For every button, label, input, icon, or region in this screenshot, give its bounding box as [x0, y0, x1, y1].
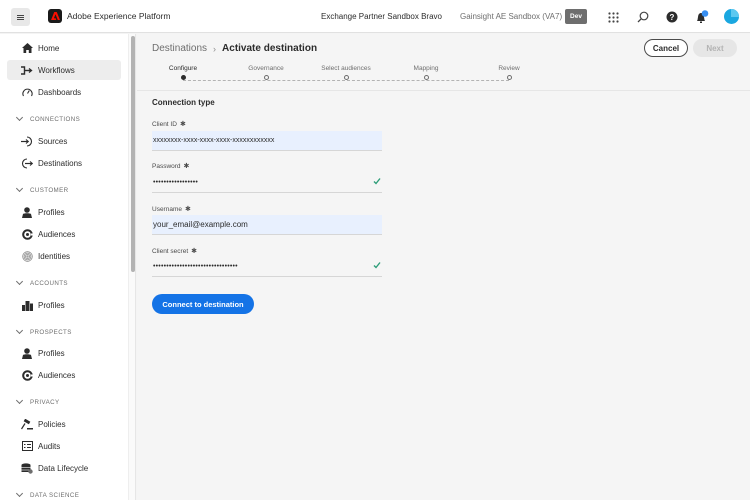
database-icon — [21, 462, 33, 474]
step-select-audiences: Select audiences — [306, 65, 386, 80]
sources-icon — [21, 135, 33, 147]
chevron-down-icon — [15, 184, 24, 193]
required-icon: ✱ — [184, 206, 191, 213]
step-governance: Governance — [226, 65, 306, 80]
sidebar-item-dashboards[interactable]: Dashboards — [7, 82, 121, 102]
sidebar-item-destinations[interactable]: Destinations — [7, 153, 121, 173]
chevron-down-icon — [15, 113, 24, 122]
valid-checkmark-icon — [373, 178, 381, 185]
wizard-stepper: Configure Governance Select audiences Ma… — [137, 65, 750, 87]
destinations-icon — [21, 157, 33, 169]
sidebar-section-accounts[interactable]: ACCOUNTS — [15, 277, 68, 289]
dashboard-icon — [21, 86, 33, 98]
password-field[interactable]: ••••••••••••••••• — [152, 173, 382, 193]
required-icon: ✱ — [183, 163, 190, 170]
notification-bell-icon[interactable] — [695, 10, 709, 24]
chevron-down-icon — [15, 277, 24, 286]
password-label: Password ✱ — [152, 163, 190, 170]
client-secret-field[interactable]: •••••••••••••••••••••••••••••••• — [152, 257, 382, 277]
chevron-down-icon — [15, 489, 24, 498]
step-configure: Configure — [143, 65, 223, 80]
sidebar-scrollbar[interactable] — [128, 34, 136, 500]
top-bar: Adobe Experience Platform Exchange Partn… — [0, 0, 750, 33]
main-content: Destinations › Activate destination Canc… — [137, 34, 750, 500]
chevron-down-icon — [15, 396, 24, 405]
audiences-icon — [21, 228, 33, 240]
step-indicator — [506, 75, 512, 80]
step-indicator-current — [180, 75, 186, 80]
sidebar-item-identities[interactable]: Identities — [7, 246, 121, 266]
gavel-icon — [21, 418, 33, 430]
audiences-icon — [21, 369, 33, 381]
sidebar-item-sources[interactable]: Sources — [7, 131, 121, 151]
client-id-field[interactable]: xxxxxxxx-xxxx-xxxx-xxxx-xxxxxxxxxxxx — [152, 131, 382, 151]
sidebar-item-data-lifecycle[interactable]: Data Lifecycle — [7, 458, 121, 478]
connection-type-heading: Connection type — [152, 98, 215, 107]
building-icon — [21, 299, 33, 311]
sidebar-nav: Home Workflows Dashboards CONNECTIONS So… — [0, 34, 128, 500]
search-icon[interactable] — [636, 10, 650, 24]
sidebar-item-account-profiles[interactable]: Profiles — [7, 295, 121, 315]
sidebar-item-customer-audiences[interactable]: Audiences — [7, 224, 121, 244]
breadcrumb-separator-icon: › — [213, 43, 217, 54]
step-review: Review — [469, 65, 549, 80]
required-icon: ✱ — [191, 248, 197, 255]
sidebar-item-prospect-audiences[interactable]: Audiences — [7, 365, 121, 385]
audit-list-icon — [21, 440, 33, 452]
page-title: Activate destination — [222, 43, 318, 54]
breadcrumb-destinations-link[interactable]: Destinations — [152, 43, 207, 54]
sidebar-item-label: Workflows — [38, 65, 75, 75]
help-icon[interactable]: ? — [665, 10, 679, 24]
cancel-button[interactable]: Cancel — [644, 39, 688, 57]
sidebar-item-home[interactable]: Home — [7, 38, 121, 58]
step-mapping: Mapping — [386, 65, 466, 80]
menu-icon — [17, 14, 24, 20]
sidebar-scrollbar-thumb[interactable] — [131, 36, 135, 272]
sidebar-section-data-science[interactable]: DATA SCIENCE — [15, 489, 79, 500]
username-field[interactable]: your_email@example.com — [152, 215, 382, 235]
username-label: Username ✱ — [152, 206, 191, 213]
home-icon — [21, 42, 33, 54]
app-title[interactable]: Adobe Experience Platform — [67, 11, 170, 21]
sidebar-item-prospect-profiles[interactable]: Profiles — [7, 343, 121, 363]
fingerprint-icon — [21, 250, 33, 262]
step-indicator — [263, 75, 269, 80]
profile-icon — [21, 347, 33, 359]
header-divider — [137, 90, 750, 91]
profile-icon — [21, 206, 33, 218]
menu-toggle-button[interactable] — [11, 8, 30, 26]
client-id-label: Client ID ✱ — [152, 121, 186, 128]
workflows-icon — [21, 64, 33, 76]
client-secret-label: Client secret ✱ — [152, 248, 197, 255]
valid-checkmark-icon — [373, 262, 381, 269]
step-indicator — [343, 75, 349, 80]
adobe-logo[interactable] — [48, 9, 62, 23]
svg-text:?: ? — [670, 13, 675, 22]
adobe-logo-icon — [50, 12, 60, 20]
next-button[interactable]: Next — [693, 39, 737, 57]
org-switcher[interactable]: Exchange Partner Sandbox Bravo — [321, 12, 442, 21]
user-avatar[interactable] — [724, 9, 739, 24]
sidebar-section-privacy[interactable]: PRIVACY — [15, 396, 60, 408]
sidebar-item-policies[interactable]: Policies — [7, 414, 121, 434]
sidebar-section-customer[interactable]: CUSTOMER — [15, 184, 69, 196]
sidebar-item-customer-profiles[interactable]: Profiles — [7, 202, 121, 222]
apps-grid-icon[interactable] — [606, 10, 620, 24]
sidebar-item-label: Home — [38, 43, 60, 53]
sidebar-section-prospects[interactable]: PROSPECTS — [15, 326, 72, 338]
sidebar-item-workflows[interactable]: Workflows — [7, 60, 121, 80]
chevron-down-icon — [15, 326, 24, 335]
connect-to-destination-button[interactable]: Connect to destination — [152, 294, 254, 314]
stepper-connector — [183, 80, 509, 81]
sidebar-item-audits[interactable]: Audits — [7, 436, 121, 456]
required-icon: ✱ — [179, 121, 186, 128]
sidebar-item-label: Dashboards — [38, 87, 82, 97]
environment-badge: Dev — [565, 9, 587, 24]
breadcrumb: Destinations › Activate destination — [152, 43, 317, 54]
sandbox-switcher[interactable]: Gainsight AE Sandbox (VA7) — [460, 12, 562, 21]
step-indicator — [423, 75, 429, 80]
sidebar-section-connections[interactable]: CONNECTIONS — [15, 113, 80, 125]
